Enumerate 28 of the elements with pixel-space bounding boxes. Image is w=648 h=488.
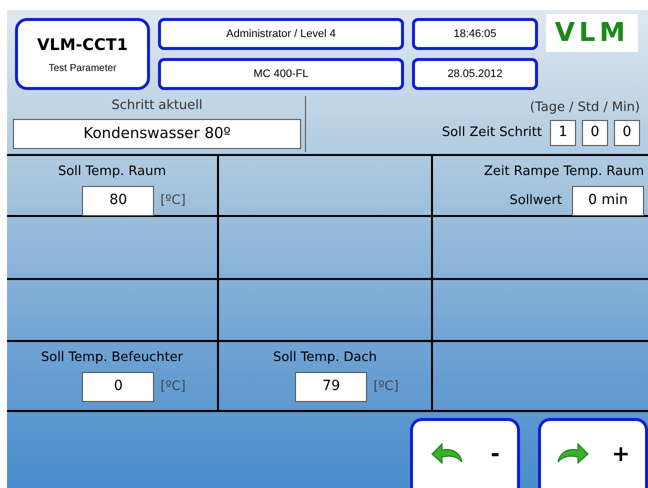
time-units-label: (Tage / Std / Min) bbox=[530, 99, 640, 117]
step-time-label: Soll Zeit Schritt bbox=[442, 124, 542, 142]
logo: VLM bbox=[546, 14, 638, 52]
page-subtitle: Test Parameter bbox=[48, 62, 116, 76]
device-title: VLM-CCT1 bbox=[37, 34, 128, 56]
user-level-field: Administrator / Level 4 bbox=[158, 18, 404, 50]
unit-label: [ºC] bbox=[373, 378, 399, 396]
setpoint-label: Sollwert bbox=[509, 192, 562, 210]
previous-step-button[interactable]: - bbox=[410, 418, 520, 488]
time-value-field[interactable]: 0 bbox=[582, 120, 608, 146]
unit-label: [ºC] bbox=[160, 378, 186, 396]
device-model-field: MC 400-FL bbox=[158, 58, 404, 90]
unit-label: [ºC] bbox=[160, 192, 186, 210]
setpoint-label: Soll Temp. Befeuchter bbox=[40, 349, 184, 367]
step-label: Schritt aktuell bbox=[112, 97, 202, 115]
setpoint-label: Soll Temp. Raum bbox=[58, 163, 166, 181]
setpoint-label: Soll Temp. Dach bbox=[273, 349, 377, 367]
time-field: 18:46:05 bbox=[412, 18, 538, 50]
value-field[interactable]: 0 bbox=[82, 372, 154, 402]
value-field[interactable]: 79 bbox=[295, 372, 368, 402]
next-step-button[interactable]: + bbox=[538, 418, 648, 488]
value-field[interactable]: 80 bbox=[82, 186, 154, 216]
date-field: 28.05.2012 bbox=[412, 58, 538, 90]
step-field: Kondenswasser 80º bbox=[13, 118, 301, 148]
ramp-label: Zeit Rampe Temp. Raum bbox=[484, 163, 644, 181]
value-field[interactable]: 0 min bbox=[572, 186, 644, 216]
time-value-field[interactable]: 0 bbox=[614, 120, 640, 146]
time-value-field[interactable]: 1 bbox=[550, 120, 576, 146]
